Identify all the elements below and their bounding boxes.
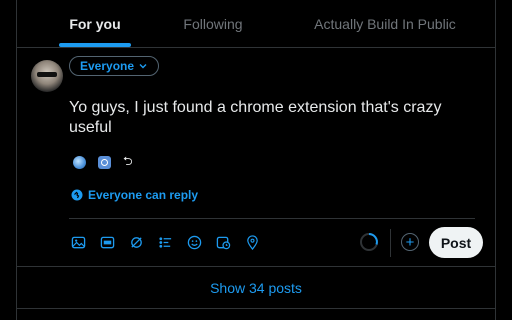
return-icon[interactable]: ⮌	[123, 152, 133, 173]
tab-following[interactable]: Following	[173, 0, 253, 47]
emoji-icon[interactable]	[185, 233, 203, 251]
tab-for-you-label: For you	[69, 15, 121, 32]
gif-icon[interactable]	[98, 233, 116, 251]
post-button-label: Post	[440, 234, 472, 251]
poll-icon[interactable]	[156, 233, 174, 251]
tab-actually-build-in-public-label: Actually Build In Public	[314, 15, 456, 32]
reply-settings-button[interactable]: Everyone can reply	[71, 188, 198, 202]
extension-icons: ⮌	[73, 152, 133, 173]
image-icon[interactable]	[69, 233, 87, 251]
active-tab-indicator	[59, 43, 131, 47]
home-timeline: For you Following Actually Build In Publ…	[16, 0, 496, 320]
chevron-down-icon	[139, 64, 147, 69]
post-composer: Everyone Yo guys, I just found a chrome …	[17, 48, 495, 267]
extension-icon[interactable]	[98, 156, 111, 169]
show-new-posts-button[interactable]: Show 34 posts	[17, 267, 495, 309]
show-new-posts-label: Show 34 posts	[210, 279, 302, 296]
add-post-icon[interactable]: +	[401, 233, 419, 251]
audience-selector[interactable]: Everyone	[69, 56, 160, 76]
globe-icon[interactable]	[73, 156, 86, 169]
audience-label: Everyone	[80, 59, 135, 73]
reply-settings-label: Everyone can reply	[88, 188, 199, 202]
location-icon[interactable]	[243, 233, 261, 251]
timeline-tabs: For you Following Actually Build In Publ…	[17, 0, 495, 48]
tab-following-label: Following	[183, 15, 243, 32]
schedule-icon[interactable]	[214, 233, 232, 251]
post-text-input[interactable]: Yo guys, I just found a chrome extension…	[69, 98, 469, 138]
avatar[interactable]	[31, 60, 63, 92]
globe-reply-icon	[71, 189, 83, 201]
composer-divider	[69, 218, 475, 219]
post-button[interactable]: Post	[429, 227, 483, 258]
avatar-glasses	[37, 72, 57, 77]
toolbar-separator	[390, 229, 391, 257]
character-count-progress	[360, 233, 378, 251]
tab-for-you[interactable]: For you	[17, 0, 173, 47]
composer-toolbar	[69, 233, 261, 251]
tab-actually-build-in-public[interactable]: Actually Build In Public	[305, 0, 465, 47]
grok-icon[interactable]	[127, 233, 145, 251]
